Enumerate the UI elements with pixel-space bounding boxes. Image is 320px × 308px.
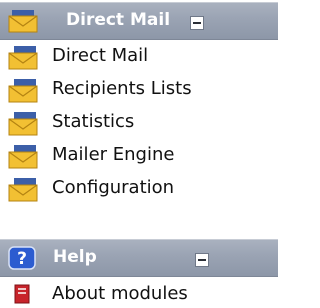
menu-item-configuration[interactable]: Configuration xyxy=(0,172,278,205)
mail-envelope-icon xyxy=(8,177,40,207)
direct-mail-collapse-button[interactable] xyxy=(190,16,204,30)
direct-mail-section-title: Direct Mail xyxy=(66,10,171,30)
menu-item-label: Direct Mail xyxy=(52,45,149,66)
help-section-title: Help xyxy=(53,247,97,267)
red-book-icon xyxy=(11,284,33,308)
menu-item-recipients-lists[interactable]: Recipients Lists xyxy=(0,73,278,106)
mail-envelope-icon xyxy=(8,144,40,174)
help-question-icon: ? xyxy=(8,246,36,274)
mail-envelope-icon xyxy=(8,8,38,38)
mail-envelope-icon xyxy=(8,45,40,75)
menu-item-mailer-engine[interactable]: Mailer Engine xyxy=(0,139,278,172)
mail-envelope-icon xyxy=(8,111,40,141)
help-collapse-button[interactable] xyxy=(195,253,209,267)
menu-item-about-modules[interactable]: About modules xyxy=(0,280,278,305)
menu-item-label: Recipients Lists xyxy=(52,78,192,99)
svg-text:?: ? xyxy=(17,249,27,269)
help-section-header[interactable]: ? Help xyxy=(0,239,278,277)
menu-item-label: Mailer Engine xyxy=(52,144,175,165)
mail-envelope-icon xyxy=(8,78,40,108)
module-menu-panel: Direct Mail Direct Mail Recipients Lists xyxy=(0,0,278,305)
menu-item-label: Statistics xyxy=(52,111,135,132)
menu-item-label: Configuration xyxy=(52,177,175,198)
menu-item-label: About modules xyxy=(52,283,188,304)
menu-item-direct-mail[interactable]: Direct Mail xyxy=(0,40,278,73)
direct-mail-section-header[interactable]: Direct Mail xyxy=(0,2,278,40)
menu-item-statistics[interactable]: Statistics xyxy=(0,106,278,139)
